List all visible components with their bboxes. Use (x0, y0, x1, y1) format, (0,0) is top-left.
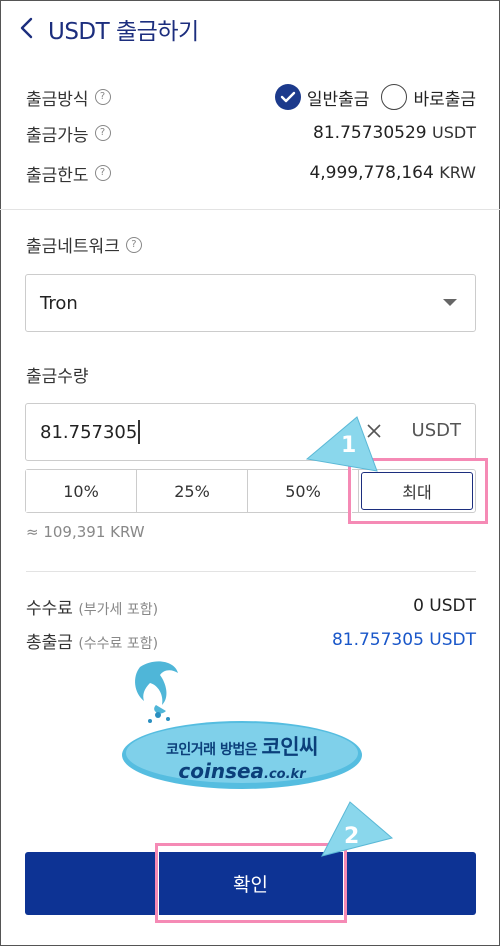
page-title: USDT 출금하기 (48, 19, 199, 45)
step-2-badge: 2 (320, 800, 395, 858)
available-amount: 81.75730529 (313, 123, 427, 143)
total-label-group: 총출금 (수수료 포함) (26, 628, 158, 653)
radio-normal-withdraw[interactable]: 일반출금 (274, 84, 370, 110)
quantity-unit: USDT (411, 420, 461, 441)
withdraw-method-label: 출금방식 (26, 89, 89, 110)
section-divider (26, 571, 476, 572)
section-divider (0, 209, 500, 210)
confirm-label: 확인 (233, 874, 268, 896)
approx-krw: ≈ 109,391 KRW (26, 523, 145, 541)
radio-instant-label: 바로출금 (413, 89, 476, 110)
available-row: 출금가능 ? 81.75730529 USDT (26, 118, 476, 148)
watermark-domain: coinsea (178, 759, 265, 783)
step-2-number: 2 (344, 824, 360, 849)
help-icon[interactable]: ? (94, 165, 111, 181)
header: USDT 출금하기 (0, 0, 500, 56)
available-label: 출금가능 (26, 125, 89, 146)
help-icon[interactable]: ? (94, 125, 111, 141)
fee-note: (부가세 포함) (78, 601, 159, 618)
percent-10-button[interactable]: 10% (26, 470, 137, 512)
check-icon (274, 84, 301, 110)
quantity-label: 출금수량 (26, 367, 89, 387)
total-row: 총출금 (수수료 포함) 81.757305 USDT (26, 625, 476, 655)
help-icon[interactable]: ? (94, 89, 111, 105)
withdraw-method-label-group: 출금방식 ? (26, 85, 111, 110)
network-select[interactable]: Tron (25, 274, 476, 332)
percent-button-group: 10% 25% 50% 최대 (25, 469, 476, 513)
total-value: 81.757305 USDT (331, 630, 476, 650)
limit-unit: KRW (439, 163, 476, 182)
percent-25-button[interactable]: 25% (137, 470, 248, 512)
text-cursor (138, 420, 140, 444)
fee-row: 수수료 (부가세 포함) 0 USDT (26, 591, 476, 621)
step-1-badge: 1 (305, 415, 380, 473)
limit-row: 출금한도 ? 4,999,778,164 KRW (26, 158, 476, 188)
fee-label: 수수료 (26, 598, 73, 619)
available-value: 81.75730529 USDT (313, 123, 476, 143)
confirm-button[interactable]: 확인 (25, 852, 476, 915)
percent-50-button[interactable]: 50% (248, 470, 359, 512)
limit-value: 4,999,778,164 KRW (309, 163, 476, 183)
step-1-number: 1 (341, 433, 357, 458)
watermark-tld: .co.kr (264, 767, 306, 782)
network-label: 출금네트워크 (26, 237, 120, 257)
withdraw-method-options: 일반출금 바로출금 (274, 84, 476, 110)
chevron-left-icon (20, 17, 33, 39)
watermark-brand: 코인씨 (261, 735, 318, 759)
radio-instant-withdraw[interactable]: 바로출금 (381, 84, 476, 110)
fee-value: 0 USDT (413, 596, 476, 616)
help-icon[interactable]: ? (125, 236, 142, 253)
max-button[interactable]: 최대 (361, 472, 473, 510)
radio-normal-label: 일반출금 (306, 89, 370, 110)
limit-label-group: 출금한도 ? (26, 161, 111, 186)
quantity-input[interactable]: 81.757305 USDT (25, 403, 476, 461)
total-note: (수수료 포함) (78, 635, 159, 652)
back-button[interactable] (16, 14, 36, 42)
quantity-label-group: 출금수량 (26, 362, 89, 387)
caret-down-icon (443, 299, 457, 306)
available-label-group: 출금가능 ? (26, 121, 111, 146)
fee-label-group: 수수료 (부가세 포함) (26, 594, 158, 619)
total-label: 총출금 (26, 632, 73, 653)
withdraw-method-row: 출금방식 ? 일반출금 바로출금 (26, 82, 476, 112)
network-label-group: 출금네트워크 ? (26, 232, 142, 257)
radio-empty-icon (381, 84, 408, 110)
quantity-value: 81.757305 (40, 421, 138, 443)
limit-label: 출금한도 (26, 165, 89, 186)
network-selected-value: Tron (40, 292, 78, 314)
watermark-line1: 코인거래 방법은 (166, 742, 258, 758)
coinsea-watermark: 코인거래 방법은 코인씨 coinsea.co.kr (120, 655, 365, 795)
available-unit: USDT (432, 123, 476, 142)
limit-amount: 4,999,778,164 (309, 163, 434, 183)
